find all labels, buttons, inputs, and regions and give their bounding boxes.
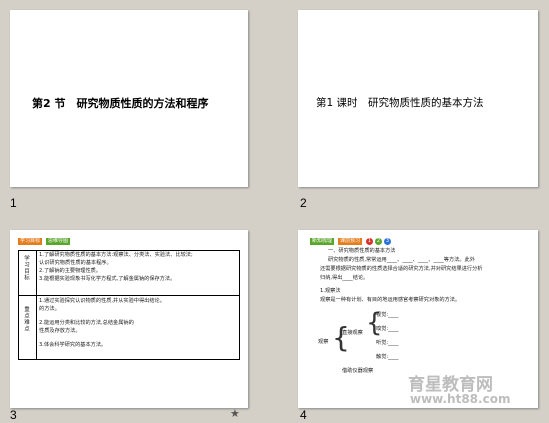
slide-thumbnail-3[interactable]: 学习目标 思维导图 学习目标 重点难点 1.了解研究物质性质的基本方法:观察法、… xyxy=(10,230,248,408)
slide-number: 3 xyxy=(10,408,17,422)
tag-label: 思维导图 xyxy=(46,238,71,245)
table-divider xyxy=(36,250,37,360)
slide-thumbnail-1[interactable]: 第2 节 研究物质性质的方法和程序 xyxy=(10,10,248,187)
slide-title: 第1 课时 研究物质性质的基本方法 xyxy=(316,97,484,109)
diagram-item: 嗅觉:____ xyxy=(376,326,399,332)
keypoint-line: 性质及存放方法。 xyxy=(39,328,81,334)
diagram-indirect-label: 借助仪器观察 xyxy=(342,368,374,374)
goal-line: 3.能根据实验现象书写化学方程式,了解金属钠的保存方法。 xyxy=(39,276,176,282)
diagram-root-label: 观察 xyxy=(318,339,329,345)
content-line: 观察是一种有计划、有目的地运用感官考察研究对象的方法。 xyxy=(320,297,461,303)
section-label-goals: 学习目标 xyxy=(23,255,29,281)
diagram-item: 触觉:____ xyxy=(376,354,399,360)
slide-thumbnail-2[interactable]: 第1 课时 研究物质性质的基本方法 xyxy=(298,10,538,187)
watermark-url: www.ht88.com xyxy=(410,392,511,406)
diagram-direct-label: 直接观察 xyxy=(342,330,363,336)
content-line: 还需要根据研究物质的性质选择合适的研究方法,并对研究结果进行分析 xyxy=(320,266,483,272)
diagram-item: 听觉:____ xyxy=(376,340,399,346)
slide-number: 4 xyxy=(300,408,307,422)
tag-label: 新知梳理 xyxy=(310,238,335,245)
content-line: 一、研究物质性质的基本方法 xyxy=(328,248,396,254)
brace-icon: { xyxy=(332,321,350,354)
diagram-item: 视觉:____ xyxy=(376,312,399,318)
tag-label: 课前预习 xyxy=(338,238,363,245)
slide-thumbnail-4[interactable]: 新知梳理 课前预习 1 2 3 一、研究物质性质的基本方法 研究物质的性质,常常… xyxy=(298,230,538,408)
slide-title: 第2 节 研究物质性质的方法和程序 xyxy=(32,97,209,110)
number-dot: 3 xyxy=(384,238,391,245)
goal-line: 2.了解钠的主要物理性质。 xyxy=(39,268,102,274)
content-line: 归纳,得出____结论。 xyxy=(320,275,369,281)
section-label-keypoints: 重点难点 xyxy=(23,306,29,332)
star-icon: ★ xyxy=(230,407,240,420)
number-dot: 1 xyxy=(366,238,373,245)
number-dot: 2 xyxy=(375,238,382,245)
slide-number: 2 xyxy=(300,196,307,210)
table-divider xyxy=(18,295,240,296)
keypoint-line: 2.能运用分类和比较的方法,总结金属钠的 xyxy=(39,320,134,326)
tag-label: 学习目标 xyxy=(18,238,43,245)
goal-line: 认识研究物质性质的基本程序。 xyxy=(39,260,112,266)
keypoint-line: 的方法。 xyxy=(39,306,60,312)
keypoint-line: 3.体会科学研究的基本方法。 xyxy=(39,342,107,348)
content-line: 1.观察法 xyxy=(320,288,341,294)
keypoint-line: 1.通过实验探究认识物质的性质,并从实验中得出结论。 xyxy=(39,298,165,304)
content-line: 研究物质的性质,常常运用____、____、____、____等方法。此外 xyxy=(328,257,475,263)
slide-number: 1 xyxy=(10,196,17,210)
goal-line: 1.了解研究物质性质的基本方法:观察法、分类法、实验法、比较法; xyxy=(39,252,193,258)
